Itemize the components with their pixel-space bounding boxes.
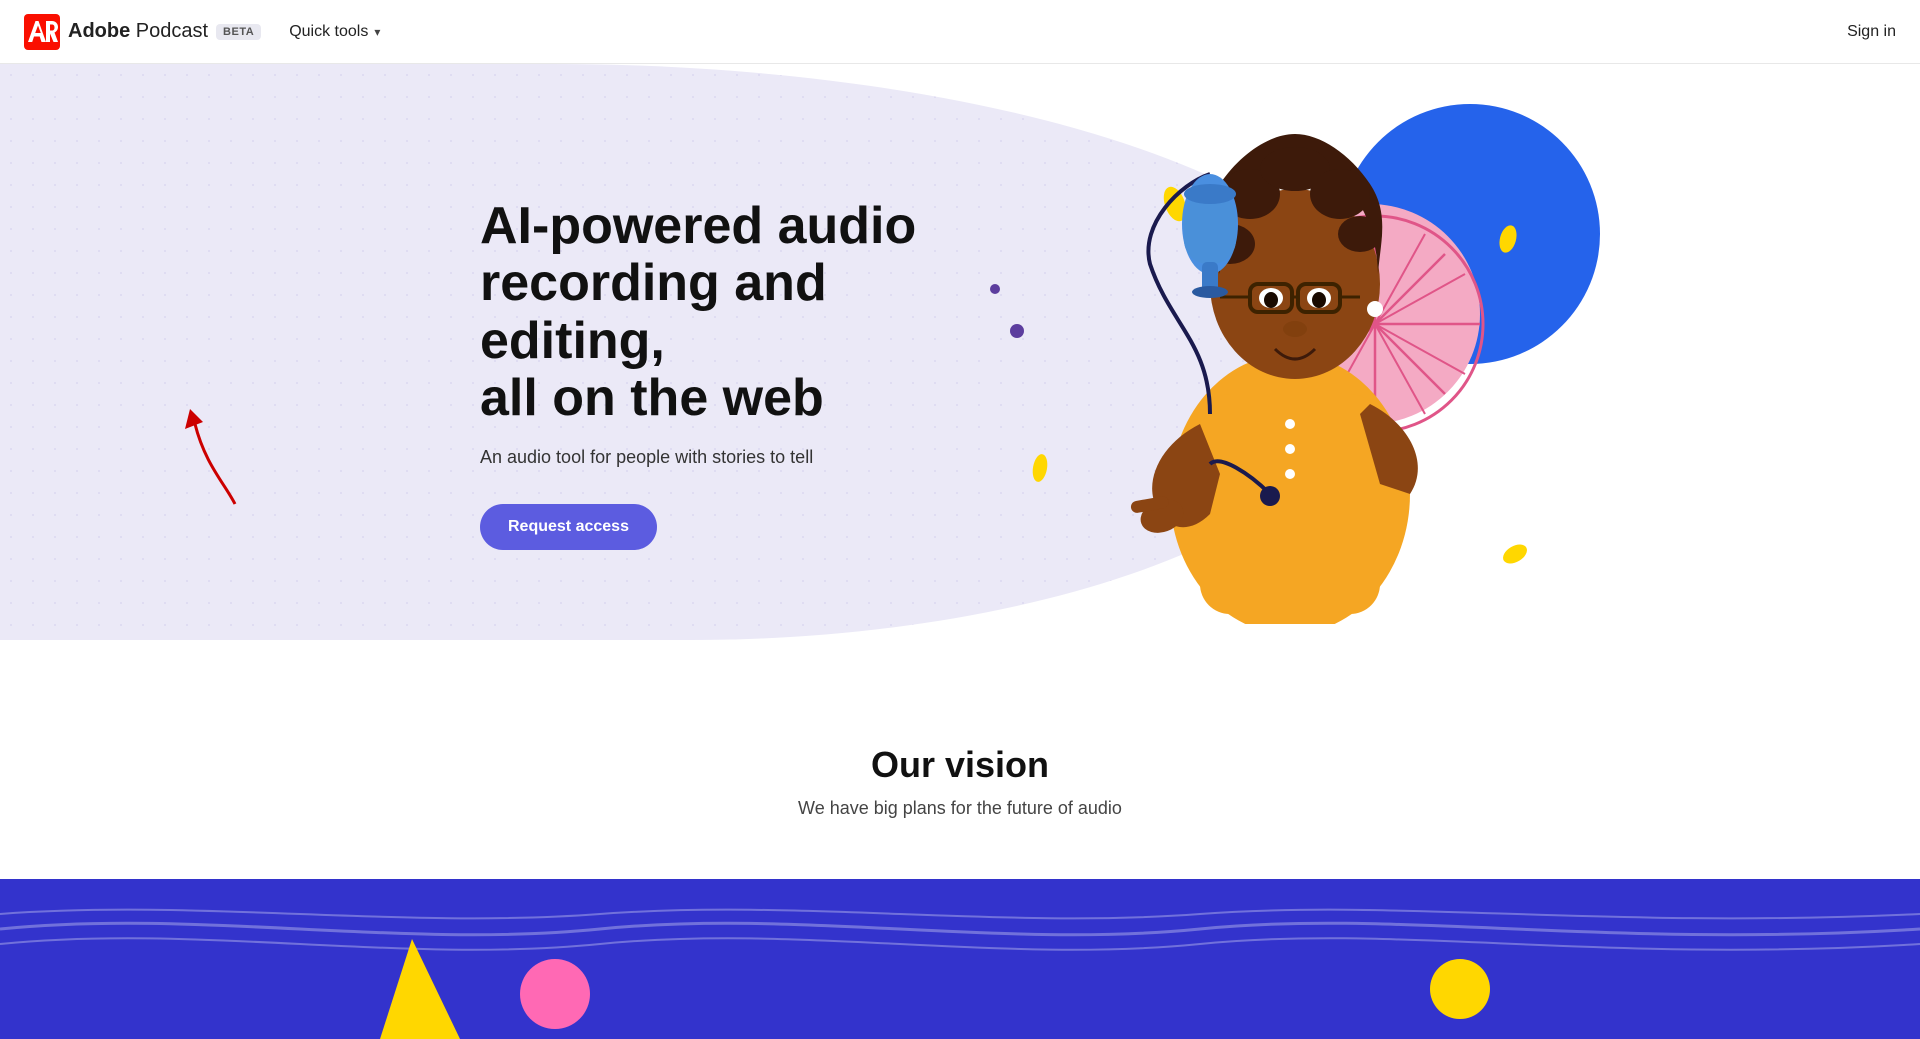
deco-yellow-right: [1496, 214, 1520, 254]
microphone-illustration: [1120, 144, 1300, 424]
quick-tools-label: Quick tools: [289, 23, 368, 41]
hero-content: AI-powered audio recording and editing, …: [260, 64, 1660, 664]
quick-tools-button[interactable]: Quick tools ▾: [281, 19, 388, 45]
hero-heading: AI-powered audio recording and editing, …: [480, 198, 1000, 427]
arrow-svg: [175, 394, 265, 514]
deco-yellow-left: [1030, 448, 1050, 484]
vision-title: Our vision: [24, 744, 1896, 786]
brand-name: Adobe Podcast: [68, 20, 208, 43]
request-access-button[interactable]: Request access: [480, 504, 657, 550]
bottom-section: [0, 879, 1920, 1039]
vision-section: Our vision We have big plans for the fut…: [0, 664, 1920, 879]
deco-purple-1: [1010, 324, 1024, 338]
chevron-down-icon: ▾: [374, 25, 380, 39]
vision-subtitle: We have big plans for the future of audi…: [24, 798, 1896, 819]
wave-lines: [0, 899, 1920, 959]
hero-section: AI-powered audio recording and editing, …: [0, 64, 1920, 664]
beta-badge: BETA: [216, 24, 261, 40]
adobe-logo[interactable]: Adobe Podcast BETA: [24, 14, 261, 50]
bottom-pink-shape: [520, 959, 590, 1029]
bottom-yellow-circle: [1430, 959, 1490, 1019]
hero-subtext: An audio tool for people with stories to…: [480, 447, 1000, 468]
deco-yellow-bottom-right: [1500, 544, 1530, 564]
nav-left: Adobe Podcast BETA Quick tools ▾: [24, 14, 388, 50]
adobe-icon: [24, 14, 60, 50]
hero-text: AI-powered audio recording and editing, …: [480, 198, 1000, 550]
sign-in-button[interactable]: Sign in: [1847, 23, 1896, 41]
navbar: Adobe Podcast BETA Quick tools ▾ Sign in: [0, 0, 1920, 64]
deco-purple-3: [990, 284, 1000, 294]
arrow-annotation: [175, 394, 265, 519]
hero-illustration: [1000, 124, 1540, 624]
